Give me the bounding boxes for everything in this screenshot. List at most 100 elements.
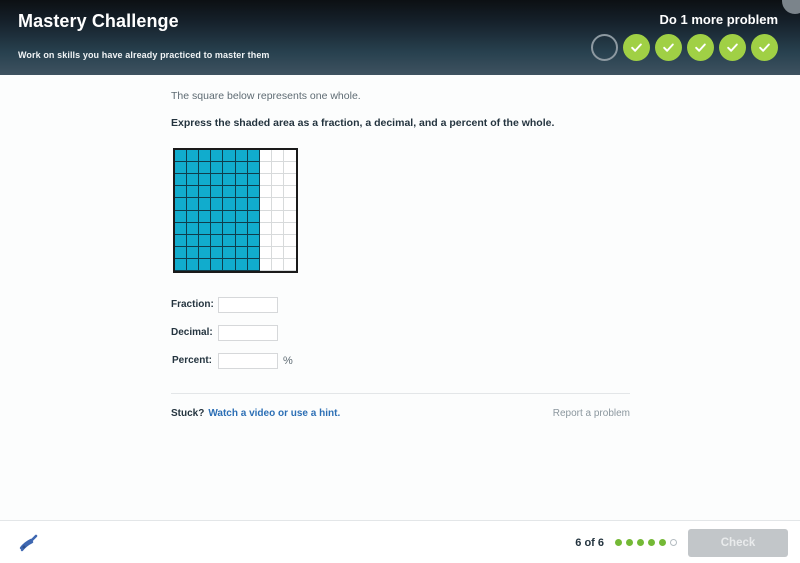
grid-cell-shaded bbox=[211, 174, 224, 187]
grid-cell-shaded bbox=[175, 198, 188, 211]
grid-cell-shaded bbox=[235, 186, 248, 199]
mastery-challenge-screen: Mastery Challenge Work on skills you hav… bbox=[0, 0, 800, 563]
grid-cell-shaded bbox=[187, 198, 200, 211]
grid-cell-empty bbox=[283, 235, 296, 247]
grid-cell-shaded bbox=[211, 210, 224, 223]
grid-cell-shaded bbox=[187, 150, 200, 163]
grid-cell-shaded bbox=[223, 258, 236, 271]
grid-cell-shaded bbox=[175, 162, 188, 175]
percent-input[interactable] bbox=[218, 352, 278, 369]
grid-cell-shaded bbox=[223, 162, 236, 175]
grid-cell-empty bbox=[283, 223, 296, 235]
grid-cell-empty bbox=[259, 162, 272, 175]
grid-cell-shaded bbox=[199, 186, 212, 199]
grid-cell-empty bbox=[259, 234, 272, 247]
grid-cell-shaded bbox=[211, 150, 224, 163]
stuck-group: Stuck? Watch a video or use a hint. bbox=[171, 408, 340, 419]
problem-intro-text: The square below represents one whole. bbox=[171, 90, 361, 102]
grid-cell-shaded bbox=[175, 222, 188, 235]
progress-count: 6 of 6 bbox=[575, 536, 604, 549]
hint-link[interactable]: Watch a video or use a hint. bbox=[208, 408, 340, 419]
streak-dot-1-pending bbox=[591, 34, 618, 61]
grid-cell-shaded bbox=[247, 222, 260, 235]
grid-cell-shaded bbox=[223, 222, 236, 235]
grid-cell-empty bbox=[271, 258, 284, 271]
decimal-input[interactable] bbox=[218, 324, 278, 341]
grid-cell-shaded bbox=[247, 246, 260, 259]
problem-area: The square below represents one whole. E… bbox=[0, 75, 800, 520]
decimal-label: Decimal: bbox=[171, 327, 213, 338]
grid-cell-shaded bbox=[175, 186, 188, 199]
percent-field-row: Percent: % bbox=[171, 351, 293, 370]
fraction-label: Fraction: bbox=[171, 299, 214, 310]
streak-dot-5-complete bbox=[719, 34, 746, 61]
grid-cell-empty bbox=[271, 222, 284, 235]
check-button[interactable]: Check bbox=[688, 528, 788, 557]
grid-cell-shaded bbox=[247, 150, 260, 163]
grid-cell-shaded bbox=[223, 246, 236, 259]
remaining-problems-label: Do 1 more problem bbox=[659, 12, 778, 27]
grid-cell-empty bbox=[271, 162, 284, 175]
grid-cell-shaded bbox=[247, 162, 260, 175]
grid-cell-shaded bbox=[235, 198, 248, 211]
fraction-input[interactable] bbox=[218, 296, 278, 313]
grid-cell-shaded bbox=[235, 222, 248, 235]
grid-cell-empty bbox=[283, 211, 296, 223]
report-problem-link[interactable]: Report a problem bbox=[553, 408, 630, 419]
check-icon bbox=[727, 43, 738, 52]
page-subtitle: Work on skills you have already practice… bbox=[18, 50, 270, 60]
progress-dot-4-filled bbox=[648, 539, 655, 546]
grid-cell-shaded bbox=[235, 258, 248, 271]
grid-cells bbox=[175, 150, 296, 271]
grid-cell-empty bbox=[259, 246, 272, 259]
grid-cell-empty bbox=[271, 198, 284, 211]
grid-cell-empty bbox=[271, 174, 284, 187]
grid-cell-shaded bbox=[211, 198, 224, 211]
grid-cell-shaded bbox=[175, 174, 188, 187]
percent-label: Percent: bbox=[171, 355, 212, 366]
exercise-header: Mastery Challenge Work on skills you hav… bbox=[0, 0, 800, 75]
grid-cell-shaded bbox=[187, 222, 200, 235]
khan-academy-logo-icon[interactable] bbox=[18, 533, 40, 553]
grid-cell-shaded bbox=[199, 174, 212, 187]
grid-cell-empty bbox=[259, 222, 272, 235]
grid-cell-shaded bbox=[235, 162, 248, 175]
grid-cell-shaded bbox=[247, 234, 260, 247]
grid-cell-shaded bbox=[199, 198, 212, 211]
exercise-footer: 6 of 6 Check bbox=[0, 520, 800, 563]
grid-cell-shaded bbox=[223, 210, 236, 223]
grid-cell-empty bbox=[283, 247, 296, 259]
check-icon bbox=[631, 43, 642, 52]
corner-badge-icon bbox=[782, 0, 800, 14]
grid-cell-shaded bbox=[187, 210, 200, 223]
grid-cell-shaded bbox=[247, 258, 260, 271]
grid-cell-shaded bbox=[187, 162, 200, 175]
grid-cell-shaded bbox=[199, 222, 212, 235]
streak-dot-4-complete bbox=[687, 34, 714, 61]
streak-indicator bbox=[591, 34, 778, 61]
grid-cell-shaded bbox=[187, 234, 200, 247]
grid-cell-shaded bbox=[187, 174, 200, 187]
grid-cell-shaded bbox=[199, 246, 212, 259]
hundredths-grid bbox=[173, 148, 298, 273]
help-row: Stuck? Watch a video or use a hint. Repor… bbox=[171, 408, 630, 419]
grid-cell-shaded bbox=[223, 174, 236, 187]
grid-cell-shaded bbox=[199, 150, 212, 163]
grid-cell-shaded bbox=[247, 210, 260, 223]
grid-cell-shaded bbox=[211, 162, 224, 175]
grid-cell-shaded bbox=[199, 258, 212, 271]
page-title: Mastery Challenge bbox=[18, 11, 179, 31]
grid-cell-shaded bbox=[247, 174, 260, 187]
streak-dot-2-complete bbox=[623, 34, 650, 61]
grid-cell-shaded bbox=[211, 258, 224, 271]
grid-cell-shaded bbox=[247, 198, 260, 211]
grid-cell-shaded bbox=[187, 258, 200, 271]
fraction-field-row: Fraction: bbox=[171, 295, 293, 314]
progress-dots bbox=[615, 539, 677, 546]
grid-cell-empty bbox=[259, 198, 272, 211]
grid-cell-empty bbox=[271, 186, 284, 199]
grid-cell-shaded bbox=[223, 198, 236, 211]
grid-cell-empty bbox=[259, 210, 272, 223]
streak-dot-6-complete bbox=[751, 34, 778, 61]
grid-cell-shaded bbox=[211, 222, 224, 235]
